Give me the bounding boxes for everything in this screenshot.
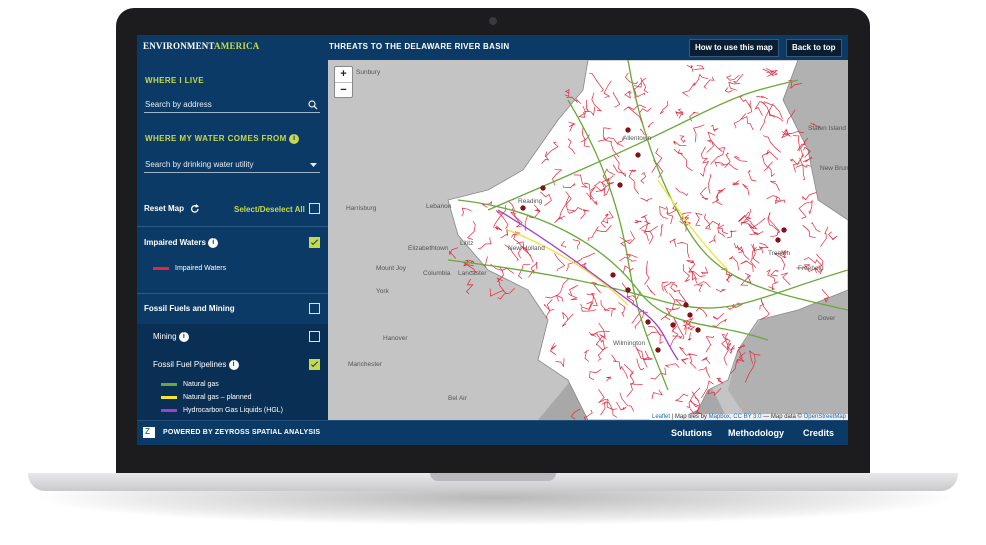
- info-icon[interactable]: i: [289, 134, 300, 144]
- divider: [137, 293, 328, 294]
- water-source-heading-text: WHERE MY WATER COMES FROM: [145, 134, 287, 144]
- zoom-control: + −: [334, 66, 353, 98]
- map-view[interactable]: Sunbury Harrisburg Lebanon York Lancaster Lit…: [328, 60, 848, 420]
- page-title: THREATS TO THE DELAWARE RIVER BASIN: [329, 42, 510, 51]
- address-search-placeholder: Search by address: [145, 100, 212, 109]
- place-label: New Holland: [508, 245, 545, 252]
- fossil-fuels-title: Fossil Fuels and Mining: [144, 304, 235, 313]
- pipelines-checkbox[interactable]: [309, 359, 320, 370]
- search-icon[interactable]: [308, 100, 318, 110]
- natural-gas-planned-legend-label: Natural gas – planned: [183, 394, 252, 401]
- mining-site-marker[interactable]: [655, 347, 661, 353]
- zoom-out-button[interactable]: −: [335, 82, 352, 98]
- mining-checkbox[interactable]: [309, 331, 320, 342]
- mining-site-marker[interactable]: [683, 302, 689, 308]
- place-label: Staten Island: [808, 125, 846, 132]
- place-label: Trenton: [768, 250, 791, 257]
- zoom-in-button[interactable]: +: [335, 67, 352, 82]
- logo-accent-text: AMERICA: [214, 41, 260, 51]
- impaired-waters-label: Impaired Waters: [144, 238, 206, 248]
- logo-main-text: ENVIRONMENT: [143, 41, 215, 51]
- place-label: Lititz: [460, 240, 473, 247]
- place-label: Elizabethtown: [408, 245, 449, 252]
- place-label: Lancaster: [458, 270, 487, 277]
- impaired-waters-title: Impaired Waters i: [144, 238, 219, 248]
- place-label: Reading: [518, 198, 543, 205]
- solutions-link[interactable]: Solutions: [671, 428, 712, 438]
- place-label: Harrisburg: [346, 205, 377, 212]
- mining-site-marker[interactable]: [520, 205, 526, 211]
- hgl-legend-label: Hydrocarbon Gas Liquids (HGL): [183, 407, 283, 414]
- mining-site-marker[interactable]: [670, 322, 676, 328]
- place-label: Lebanon: [426, 203, 452, 210]
- hgl-legend-swatch: [161, 409, 177, 412]
- pipelines-layer: Fossil Fuel Pipelines i: [153, 360, 239, 370]
- impaired-waters-checkbox[interactable]: [309, 237, 320, 248]
- info-icon[interactable]: i: [178, 332, 189, 342]
- impaired-waters-legend-swatch: [153, 267, 169, 270]
- mining-site-marker[interactable]: [625, 287, 631, 293]
- mining-layer: Mining i: [153, 332, 189, 342]
- place-label: Sunbury: [356, 69, 381, 76]
- how-to-use-button[interactable]: How to use this map: [689, 39, 779, 57]
- pipelines-label: Fossil Fuel Pipelines: [153, 360, 227, 370]
- place-label: York: [376, 288, 390, 295]
- mining-site-marker[interactable]: [625, 127, 631, 133]
- place-label: Allentown: [623, 135, 652, 142]
- place-label: Manchester: [348, 361, 383, 368]
- mining-site-marker[interactable]: [540, 185, 546, 191]
- place-label: Dover: [818, 315, 836, 322]
- place-label: Columbia: [423, 270, 451, 277]
- back-to-top-button[interactable]: Back to top: [786, 39, 842, 57]
- place-label: Bel Air: [448, 395, 468, 402]
- where-i-live-heading: WHERE I LIVE: [145, 76, 205, 85]
- mining-site-marker[interactable]: [695, 327, 701, 333]
- natural-gas-planned-legend-swatch: [161, 396, 177, 399]
- app-screen: ENVIRONMENTAMERICA THREATS TO THE DELAWA…: [137, 35, 848, 445]
- top-bar: ENVIRONMENTAMERICA THREATS TO THE DELAWA…: [137, 35, 848, 60]
- refresh-icon: [191, 204, 200, 213]
- divider: [137, 226, 328, 227]
- mining-site-marker[interactable]: [610, 272, 616, 278]
- select-all-checkbox[interactable]: [309, 203, 320, 214]
- webcam-icon: [489, 17, 497, 25]
- natural-gas-legend-swatch: [161, 383, 177, 386]
- place-label: Hanover: [383, 335, 408, 342]
- place-label: Freehold: [798, 265, 824, 272]
- chevron-down-icon: [310, 163, 317, 167]
- info-icon[interactable]: i: [228, 360, 239, 370]
- info-icon[interactable]: i: [208, 238, 219, 248]
- place-label: Mount Joy: [376, 265, 407, 272]
- reset-map-label: Reset Map: [144, 204, 185, 214]
- reset-map-button[interactable]: Reset Map: [144, 204, 200, 214]
- impaired-waters-legend-label: Impaired Waters: [175, 265, 227, 272]
- mining-label: Mining: [153, 332, 177, 342]
- zeyross-logo-icon: [143, 427, 155, 438]
- address-search-input[interactable]: Search by address: [144, 98, 320, 113]
- utility-select-placeholder: Search by drinking water utility: [145, 160, 254, 169]
- mining-site-marker[interactable]: [687, 312, 693, 318]
- map-canvas[interactable]: Sunbury Harrisburg Lebanon York Lancaster Lit…: [328, 60, 848, 420]
- select-deselect-all-label[interactable]: Select/Deselect All: [234, 205, 305, 214]
- methodology-link[interactable]: Methodology: [728, 428, 784, 438]
- place-label: Wilmington: [613, 340, 646, 347]
- utility-select[interactable]: Search by drinking water utility: [144, 158, 320, 173]
- place-label: New Brunswick: [820, 165, 848, 172]
- fossil-fuels-checkbox[interactable]: [309, 303, 320, 314]
- mining-site-marker[interactable]: [617, 182, 623, 188]
- mining-site-marker[interactable]: [781, 227, 787, 233]
- footer: POWERED BY ZEYROSS SPATIAL ANALYSIS Solu…: [137, 420, 848, 445]
- mining-site-marker[interactable]: [775, 237, 781, 243]
- mining-site-marker[interactable]: [635, 152, 641, 158]
- powered-by-text[interactable]: POWERED BY ZEYROSS SPATIAL ANALYSIS: [163, 429, 320, 436]
- mining-site-marker[interactable]: [645, 319, 651, 325]
- sidebar: WHERE I LIVE Search by address WHERE MY …: [137, 60, 328, 420]
- credits-link[interactable]: Credits: [803, 428, 834, 438]
- laptop-notch: [430, 473, 556, 481]
- water-source-heading: WHERE MY WATER COMES FROM i: [145, 134, 300, 144]
- brand-logo[interactable]: ENVIRONMENTAMERICA: [143, 41, 259, 51]
- natural-gas-legend-label: Natural gas: [183, 381, 219, 388]
